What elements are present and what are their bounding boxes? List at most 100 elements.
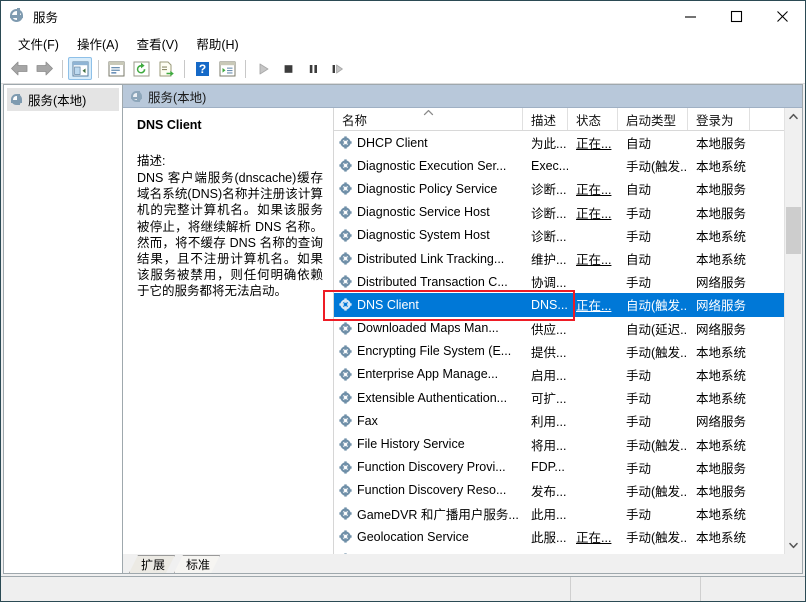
service-name-label: Downloaded Maps Man... — [357, 321, 499, 335]
column-log-on-as[interactable]: 登录为 — [688, 108, 750, 130]
toolbar-separator — [98, 60, 99, 78]
minimize-icon[interactable] — [667, 1, 713, 32]
services-gear-icon — [131, 91, 142, 102]
table-row[interactable]: Extensible Authentication...可扩...手动本地系统 — [334, 386, 784, 409]
cell-log-on-as: 本地系统 — [688, 365, 750, 384]
table-row[interactable]: DNS ClientDNS...正在...自动(触发...网络服务 — [334, 293, 784, 316]
cell-log-on-as: 本地系统 — [688, 342, 750, 361]
scroll-up-icon[interactable] — [785, 108, 802, 125]
table-row[interactable]: Encrypting File System (E...提供...手动(触发..… — [334, 340, 784, 363]
close-icon[interactable] — [759, 1, 805, 32]
table-row[interactable]: Downloaded Maps Man...供应...自动(延迟...网络服务 — [334, 317, 784, 340]
column-status-label: 状态 — [576, 110, 601, 129]
properties-icon[interactable] — [104, 57, 128, 80]
services-gear-icon — [11, 94, 22, 105]
cell-log-on-as: 网络服务 — [688, 411, 750, 430]
service-name-label: Distributed Transaction C... — [357, 275, 508, 289]
cell-description: 诊断... — [523, 203, 568, 222]
table-row[interactable]: Diagnostic Execution Ser...Exec...手动(触发.… — [334, 154, 784, 177]
cell-description: 供应... — [523, 319, 568, 338]
cell-description: 诊断... — [523, 226, 568, 245]
services-gear-icon — [10, 9, 26, 25]
table-row[interactable]: Fax利用...手动网络服务 — [334, 409, 784, 432]
cell-startup-type: 自动 — [618, 249, 688, 268]
table-row[interactable]: Function Discovery Provi...FDP...手动本地服务 — [334, 456, 784, 479]
pause-service-icon[interactable] — [301, 57, 325, 80]
table-row[interactable]: Diagnostic Service Host诊断...正在...手动本地服务 — [334, 201, 784, 224]
scroll-down-icon[interactable] — [785, 537, 802, 554]
cell-name: Diagnostic Policy Service — [334, 182, 523, 196]
cell-name: Encrypting File System (E... — [334, 344, 523, 358]
column-status[interactable]: 状态 — [568, 108, 618, 130]
list-rows: DHCP Client为此...正在...自动本地服务Diagnostic Ex… — [334, 131, 784, 554]
menu-help[interactable]: 帮助(H) — [187, 32, 247, 55]
svg-text:?: ? — [198, 62, 205, 76]
table-row[interactable]: Diagnostic System Host诊断...手动本地系统 — [334, 224, 784, 247]
back-icon[interactable] — [7, 57, 31, 80]
table-row[interactable]: File History Service将用...手动(触发...本地系统 — [334, 432, 784, 455]
cell-startup-type: 自动 — [618, 133, 688, 152]
tab-extended[interactable]: 扩展 — [129, 555, 175, 573]
content-area: 服务(本地) 服务(本地) DNS Client 描述: DNS 客户端服务(d… — [1, 84, 805, 576]
show-hide-tree-icon[interactable] — [68, 57, 92, 80]
cell-name: Downloaded Maps Man... — [334, 321, 523, 335]
cell-description: DNS... — [523, 298, 568, 312]
cell-description: 为此... — [523, 133, 568, 152]
menu-action[interactable]: 操作(A) — [68, 32, 128, 55]
table-row[interactable]: Distributed Transaction C...协调...手动网络服务 — [334, 270, 784, 293]
restart-service-icon[interactable] — [326, 57, 350, 80]
cell-description: 启用... — [523, 365, 568, 384]
service-icon — [339, 322, 352, 335]
scrollbar-thumb[interactable] — [786, 207, 801, 254]
stop-service-icon[interactable] — [276, 57, 300, 80]
results-pane: 服务(本地) DNS Client 描述: DNS 客户端服务(dnscache… — [123, 84, 803, 574]
table-row[interactable]: Diagnostic Policy Service诊断...正在...自动本地服… — [334, 177, 784, 200]
cell-name: Extensible Authentication... — [334, 391, 523, 405]
cell-status: 正在... — [568, 527, 618, 546]
cell-name: Distributed Link Tracking... — [334, 252, 523, 266]
cell-description: 诊断... — [523, 179, 568, 198]
tab-standard[interactable]: 标准 — [174, 555, 220, 573]
service-icon — [339, 530, 352, 543]
vertical-scrollbar[interactable] — [784, 108, 802, 554]
service-icon — [339, 229, 352, 242]
table-row[interactable]: Function Discovery Reso...发布...手动(触发...本… — [334, 479, 784, 502]
table-row[interactable]: Geolocation Service此服...正在...手动(触发...本地系… — [334, 525, 784, 548]
toolbar-separator — [245, 60, 246, 78]
cell-description: 利用... — [523, 411, 568, 430]
cell-name: Function Discovery Provi... — [334, 460, 523, 474]
column-description-label: 描述 — [531, 110, 556, 129]
table-row[interactable]: DHCP Client为此...正在...自动本地服务 — [334, 131, 784, 154]
scrollbar-track[interactable] — [785, 125, 802, 537]
maximize-icon[interactable] — [713, 1, 759, 32]
cell-startup-type: 手动 — [618, 411, 688, 430]
cell-name: DNS Client — [334, 298, 523, 312]
column-startup-type[interactable]: 启动类型 — [618, 108, 688, 130]
service-name-label: Diagnostic Execution Ser... — [357, 159, 506, 173]
show-action-pane-icon[interactable] — [215, 57, 239, 80]
cell-name: Diagnostic Execution Ser... — [334, 159, 523, 173]
table-row[interactable]: Enterprise App Manage...启用...手动本地系统 — [334, 363, 784, 386]
refresh-icon[interactable] — [129, 57, 153, 80]
column-name[interactable]: 名称 — [334, 108, 523, 130]
service-icon — [339, 461, 352, 474]
cell-description: 提供... — [523, 342, 568, 361]
table-row[interactable]: Distributed Link Tracking...维护...正在...自动… — [334, 247, 784, 270]
service-detail-pane: DNS Client 描述: DNS 客户端服务(dnscache)缓存域名系统… — [123, 108, 334, 554]
cell-startup-type: 手动(触发... — [618, 527, 688, 546]
service-name-label: File History Service — [357, 437, 465, 451]
start-service-icon[interactable] — [251, 57, 275, 80]
export-list-icon[interactable] — [154, 57, 178, 80]
column-description[interactable]: 描述 — [523, 108, 568, 130]
menu-view[interactable]: 查看(V) — [128, 32, 188, 55]
service-name-label: DNS Client — [357, 298, 419, 312]
forward-icon[interactable] — [32, 57, 56, 80]
menu-bar: 文件(F) 操作(A) 查看(V) 帮助(H) — [1, 32, 805, 54]
service-name-label: Geolocation Service — [357, 530, 469, 544]
tree-item-services-local[interactable]: 服务(本地) — [7, 88, 119, 111]
tree-item-label: 服务(本地) — [28, 90, 86, 109]
table-row[interactable]: GameDVR 和广播用户服务...此用...手动本地系统 — [334, 502, 784, 525]
cell-name: Function Discovery Reso... — [334, 483, 523, 497]
help-icon[interactable]: ? — [190, 57, 214, 80]
menu-file[interactable]: 文件(F) — [9, 32, 68, 55]
